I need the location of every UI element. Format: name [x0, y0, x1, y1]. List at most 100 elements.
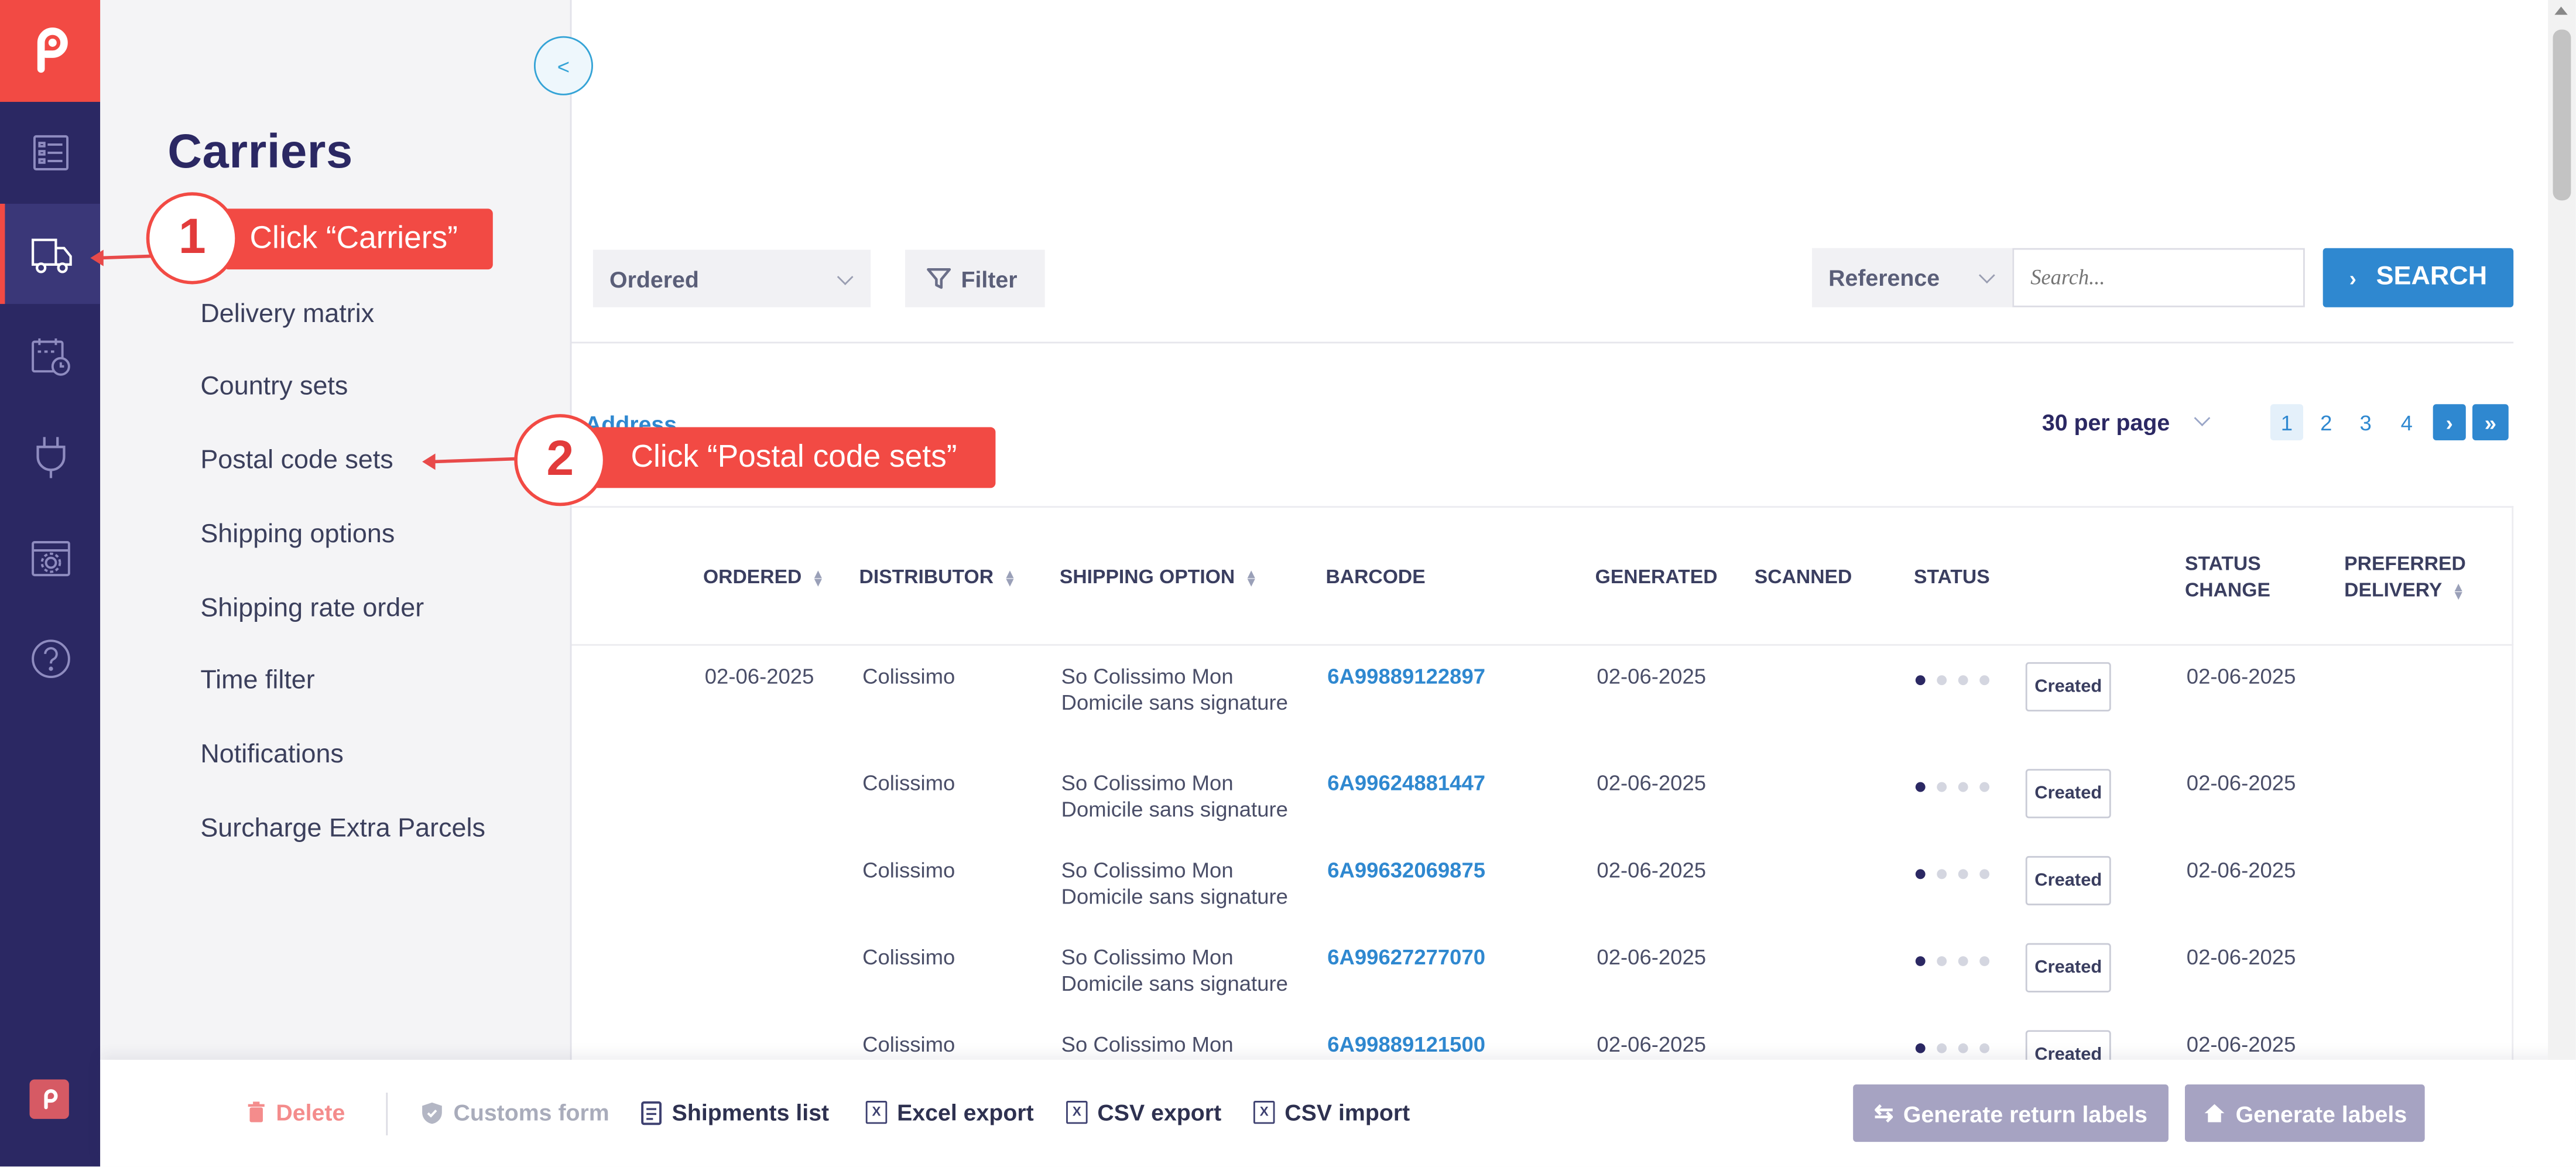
submenu-item-shipping-options[interactable]: Shipping options — [200, 521, 395, 551]
csv-file-icon: X — [1253, 1101, 1275, 1124]
carriers-submenu: Carriers Delivery matrix Country sets Po… — [100, 0, 572, 1062]
status-badge: Created — [2025, 662, 2111, 711]
per-page-select[interactable]: 30 per page — [2042, 409, 2170, 436]
cell-distributor: Colissimo — [862, 944, 955, 970]
calendar-clock-icon[interactable] — [0, 306, 100, 406]
cell-generated: 02-06-2025 — [1597, 663, 1707, 689]
status-badge: Created — [2025, 769, 2111, 819]
submenu-item-time-filter[interactable]: Time filter — [200, 667, 314, 697]
plug-icon[interactable] — [0, 406, 100, 506]
cell-barcode-link[interactable]: 6A99624881447 — [1327, 771, 1485, 797]
csv-file-icon: X — [1066, 1101, 1088, 1124]
last-page-button[interactable]: » — [2472, 404, 2509, 441]
column-status: STATUS — [1913, 565, 1990, 588]
search-field-select[interactable]: Reference — [1812, 248, 2013, 307]
filter-funnel-icon — [927, 268, 951, 289]
user-avatar[interactable] — [29, 1079, 69, 1119]
cell-distributor: Colissimo — [862, 771, 955, 796]
logo-icon[interactable] — [0, 0, 101, 102]
page-4-button[interactable]: 4 — [2390, 404, 2423, 440]
cell-shipping-option: So Colissimo Mon Domicile sans signature — [1061, 857, 1288, 909]
generate-return-labels-button[interactable]: ⇆ Generate return labels — [1853, 1084, 2169, 1142]
excel-export-button[interactable]: X Excel export — [865, 1099, 1034, 1125]
submenu-item-postal-code-sets[interactable]: Postal code sets — [200, 447, 393, 477]
status-progress-dots — [1915, 782, 1995, 795]
status-progress-dots — [1915, 675, 1995, 688]
cell-shipping-option: So Colissimo Mon — [1061, 1032, 1234, 1057]
callout-2-label: Click “Postal code sets” — [591, 427, 996, 488]
cell-barcode-link[interactable]: 6A99627277070 — [1327, 944, 1485, 971]
cell-status-change: 02-06-2025 — [2186, 771, 2296, 796]
callout-arrowhead-icon — [90, 249, 104, 266]
column-shipping-option[interactable]: SHIPPING OPTION ▲ ▼ — [1060, 563, 1258, 590]
chevron-down-icon — [2194, 410, 2211, 427]
collapse-panel-button[interactable]: < — [533, 36, 593, 95]
status-select[interactable]: Ordered — [592, 249, 871, 307]
cell-ordered: 02-06-2025 — [704, 663, 814, 689]
column-scanned: SCANNED — [1754, 565, 1852, 588]
column-ordered[interactable]: ORDERED ▲ ▼ — [703, 563, 824, 590]
table-header-divider — [570, 644, 2514, 646]
sort-icon: ▲ ▼ — [1245, 566, 1258, 590]
submenu-item-surcharge-extra-parcels[interactable]: Surcharge Extra Parcels — [200, 815, 485, 845]
return-arrows-icon: ⇆ — [1874, 1099, 1894, 1126]
scroll-up-arrow-icon[interactable] — [2554, 6, 2568, 15]
page-scrollbar[interactable] — [2548, 0, 2576, 1060]
status-progress-dots — [1915, 869, 1995, 882]
filter-button[interactable]: Filter — [905, 249, 1045, 307]
cell-distributor: Colissimo — [862, 663, 955, 689]
cell-generated: 02-06-2025 — [1597, 1032, 1707, 1057]
next-page-button[interactable]: › — [2433, 404, 2466, 441]
scrollbar-thumb[interactable] — [2553, 29, 2571, 201]
column-distributor[interactable]: DISTRIBUTOR ▲ ▼ — [859, 563, 1017, 590]
cell-shipping-option: So Colissimo Mon Domicile sans signature — [1061, 771, 1288, 822]
callout-1-label: Click “Carriers” — [223, 208, 493, 270]
cell-status-change: 02-06-2025 — [2186, 944, 2296, 970]
generate-labels-button[interactable]: Generate labels — [2184, 1084, 2425, 1142]
column-preferred-delivery[interactable]: PREFERRED DELIVERY ▲ ▼ — [2344, 550, 2466, 603]
cell-status-change: 02-06-2025 — [2186, 857, 2296, 882]
cell-distributor: Colissimo — [862, 1032, 955, 1057]
delete-button[interactable]: Delete — [246, 1099, 345, 1125]
carriers-truck-icon[interactable] — [0, 203, 101, 304]
customs-form-button[interactable]: Customs form — [420, 1099, 609, 1125]
cell-status-change: 02-06-2025 — [2186, 1032, 2296, 1057]
column-barcode: BARCODE — [1325, 565, 1426, 588]
column-generated: GENERATED — [1595, 565, 1718, 588]
search-button[interactable]: › SEARCH — [2322, 248, 2514, 307]
shipments-list-button[interactable]: Shipments list — [640, 1099, 829, 1125]
status-progress-dots — [1915, 956, 1995, 969]
chevron-down-icon — [1978, 267, 1995, 284]
cell-barcode-link[interactable]: 6A99632069875 — [1327, 858, 1485, 884]
submenu-item-country-sets[interactable]: Country sets — [200, 373, 348, 403]
csv-export-button[interactable]: X CSV export — [1066, 1099, 1221, 1125]
window-settings-icon[interactable] — [0, 508, 100, 608]
sort-icon: ▲ ▼ — [1003, 566, 1017, 590]
shield-icon — [422, 1101, 442, 1123]
status-badge: Created — [2025, 855, 2111, 906]
cell-generated: 02-06-2025 — [1597, 857, 1707, 882]
chevron-right-icon: › — [2349, 265, 2356, 290]
help-icon[interactable] — [0, 608, 100, 708]
sort-icon: ▲ ▼ — [2452, 580, 2465, 603]
cell-distributor: Colissimo — [862, 857, 955, 882]
cell-barcode-link[interactable]: 6A99889122897 — [1327, 664, 1485, 690]
page-3-button[interactable]: 3 — [2349, 404, 2382, 440]
chevron-down-icon — [837, 268, 854, 285]
page-2-button[interactable]: 2 — [2310, 404, 2342, 440]
orders-list-icon[interactable] — [0, 102, 100, 202]
callout-1-number: 1 — [146, 192, 238, 285]
status-badge: Created — [2025, 943, 2111, 993]
cell-barcode-link[interactable]: 6A99889121500 — [1327, 1032, 1485, 1058]
submenu-item-delivery-matrix[interactable]: Delivery matrix — [200, 300, 374, 330]
page-1-button[interactable]: 1 — [2270, 404, 2304, 441]
csv-import-button[interactable]: X CSV import — [1253, 1099, 1410, 1125]
trash-icon — [248, 1101, 265, 1122]
submenu-item-shipping-rate-order[interactable]: Shipping rate order — [200, 595, 424, 625]
cell-shipping-option: So Colissimo Mon Domicile sans signature — [1061, 663, 1288, 715]
action-divider — [386, 1092, 388, 1135]
search-input[interactable] — [2012, 248, 2305, 307]
column-status-change: STATUS CHANGE — [2184, 552, 2270, 601]
cell-generated: 02-06-2025 — [1597, 771, 1707, 796]
submenu-item-notifications[interactable]: Notifications — [200, 741, 344, 771]
